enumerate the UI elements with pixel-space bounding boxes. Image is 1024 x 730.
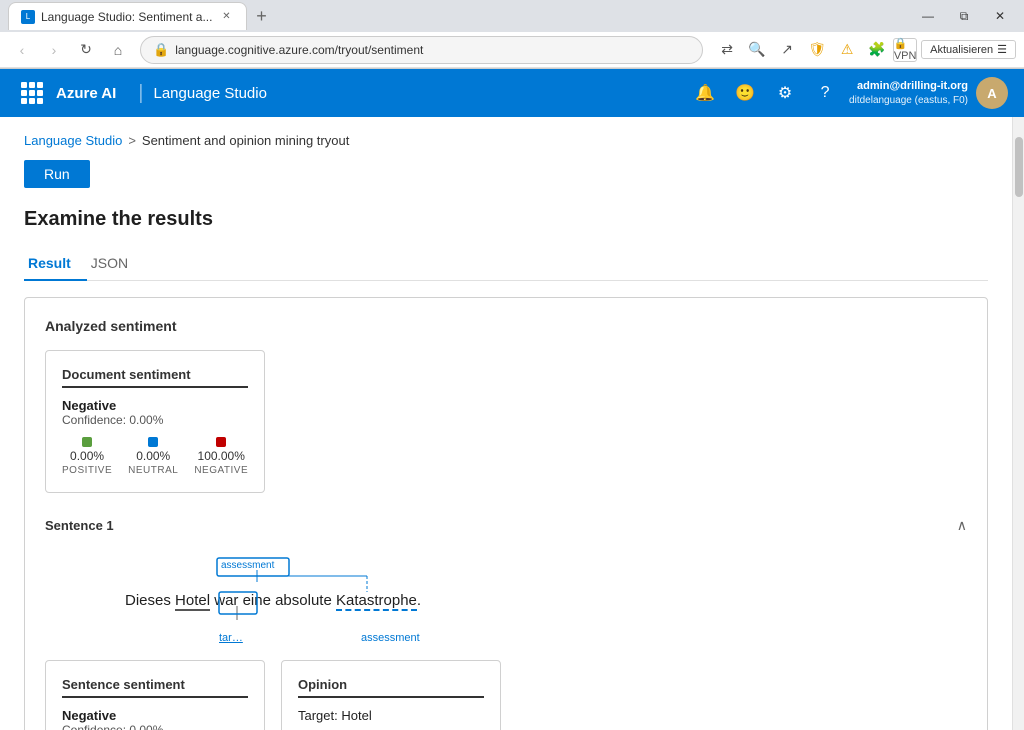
tab-result[interactable]: Result [24,247,87,281]
tab-favicon: L [21,10,35,24]
tar-label[interactable]: tar… [219,632,243,644]
negative-label: NEGATIVE [194,465,248,476]
refresh-button[interactable]: ↻ [72,36,100,64]
positive-dot [82,437,92,447]
zoom-icon[interactable]: 🔍 [745,38,769,62]
word-katastrophe: Katastrophe [336,592,417,611]
notification-bell-icon[interactable]: 🔔 [689,77,721,109]
sentence-collapse-button[interactable]: ∧ [957,517,967,534]
bottom-cards: Sentence sentiment Negative Confidence: … [45,660,967,730]
sentence-sentiment-card: Sentence sentiment Negative Confidence: … [45,660,265,730]
document-sentiment-title: Document sentiment [62,367,248,388]
positive-label: POSITIVE [62,465,112,476]
negative-pct: 100.00% [198,449,245,463]
negative-bar: 100.00% NEGATIVE [194,437,248,476]
nav-divider: | [138,82,143,105]
window-controls: — ⧉ ✕ [912,2,1016,30]
sentence-sentiment-label: Negative [62,708,248,723]
document-confidence: Confidence: 0.00% [62,413,248,427]
analyzed-sentiment-title: Analyzed sentiment [45,318,967,334]
positive-bar: 0.00% POSITIVE [62,437,112,476]
neutral-pct: 0.00% [136,449,170,463]
target-label: Target: [298,708,338,723]
opinion-target: Target: Hotel [298,708,484,723]
breadcrumb-separator: > [128,133,136,148]
positive-pct: 0.00% [70,449,104,463]
section-title: Examine the results [24,208,988,231]
sentence-header: Sentence 1 ∧ [45,517,967,534]
address-bar[interactable]: 🔒 language.cognitive.azure.com/tryout/se… [140,36,703,64]
share-icon[interactable]: ↗ [775,38,799,62]
opinion-card: Opinion Target: Hotel Assessments: Katas… [281,660,501,730]
assessment-top-label: assessment [221,560,274,571]
text-middle: war eine absolute [210,592,336,609]
breadcrumb: Language Studio > Sentiment and opinion … [24,133,988,148]
results-panel: Analyzed sentiment Document sentiment Ne… [24,297,988,730]
content-area: Language Studio > Sentiment and opinion … [0,117,1012,730]
scrollbar-track[interactable] [1012,117,1024,730]
home-button[interactable]: ⌂ [104,36,132,64]
back-button[interactable]: ‹ [8,36,36,64]
assessment-bottom-label: assessment [361,632,420,644]
warning-icon[interactable]: ⚠ [835,38,859,62]
word-hotel: Hotel [175,592,210,611]
azure-brand: Azure AI [56,85,116,102]
help-question-icon[interactable]: ? [809,77,841,109]
new-tab-button[interactable]: + [247,2,275,30]
active-tab[interactable]: L Language Studio: Sentiment a... ✕ [8,2,247,30]
restore-button[interactable]: ⧉ [948,2,980,30]
nav-icons: ⇄ 🔍 ↗ 🛡 ⚠ 🧩 [715,38,889,62]
feedback-smiley-icon[interactable]: 🙂 [729,77,761,109]
aktualisieren-button[interactable]: Aktualisieren ☰ [921,40,1016,59]
user-avatar[interactable]: A [976,77,1008,109]
breadcrumb-link[interactable]: Language Studio [24,133,122,148]
sentence-visualization: assessment Dieses Hotel war eine absolut… [45,550,967,648]
negative-dot [216,437,226,447]
shield-icon[interactable]: 🛡 [805,38,829,62]
sentence-text: Dieses Hotel war eine absolute Katastrop… [125,586,951,616]
minimize-button[interactable]: — [912,2,944,30]
document-sentiment-label: Negative [62,398,248,413]
translate-icon[interactable]: ⇄ [715,38,739,62]
text-dieses: Dieses [125,592,175,609]
waffle-menu-button[interactable] [16,77,48,109]
neutral-bar: 0.00% NEUTRAL [128,437,178,476]
tab-bar: L Language Studio: Sentiment a... ✕ + — … [0,0,1024,32]
settings-gear-icon[interactable]: ⚙ [769,77,801,109]
text-after: . [417,592,421,609]
document-sentiment-bars: 0.00% POSITIVE 0.00% NEUTRAL 100.00% NEG… [62,437,248,476]
opinion-title: Opinion [298,677,484,698]
url-text: language.cognitive.azure.com/tryout/sent… [175,43,690,57]
vpn-icon[interactable]: 🔒 VPN [893,38,917,62]
close-button[interactable]: ✕ [984,2,1016,30]
extensions-icon[interactable]: 🧩 [865,38,889,62]
waffle-grid-icon [21,82,43,104]
user-info[interactable]: admin@drilling-it.org ditdelanguage (eas… [849,79,968,106]
document-sentiment-card: Document sentiment Negative Confidence: … [45,350,265,493]
menu-icon: ☰ [997,43,1007,56]
azure-nav-right: 🔔 🙂 ⚙ ? admin@drilling-it.org ditdelangu… [689,77,1008,109]
product-name: Language Studio [154,85,267,102]
scrollbar-thumb[interactable] [1015,137,1023,197]
breadcrumb-current: Sentiment and opinion mining tryout [142,133,349,148]
target-value: Hotel [341,708,371,723]
main-container: Language Studio > Sentiment and opinion … [0,117,1024,730]
user-email: admin@drilling-it.org [857,79,968,93]
tab-close-button[interactable]: ✕ [218,9,234,25]
nav-bar: ‹ › ↻ ⌂ 🔒 language.cognitive.azure.com/t… [0,32,1024,68]
sentence-sentiment-title: Sentence sentiment [62,677,248,698]
tab-json[interactable]: JSON [87,247,144,281]
azure-nav-bar: Azure AI | Language Studio 🔔 🙂 ⚙ ? admin… [0,69,1024,117]
forward-button[interactable]: › [40,36,68,64]
neutral-label: NEUTRAL [128,465,178,476]
user-subscription: ditdelanguage (eastus, F0) [849,94,968,107]
tab-title: Language Studio: Sentiment a... [41,10,212,24]
tabs-container: Result JSON [24,247,988,281]
run-button[interactable]: Run [24,160,90,188]
neutral-dot [148,437,158,447]
sentence-title: Sentence 1 [45,518,114,533]
